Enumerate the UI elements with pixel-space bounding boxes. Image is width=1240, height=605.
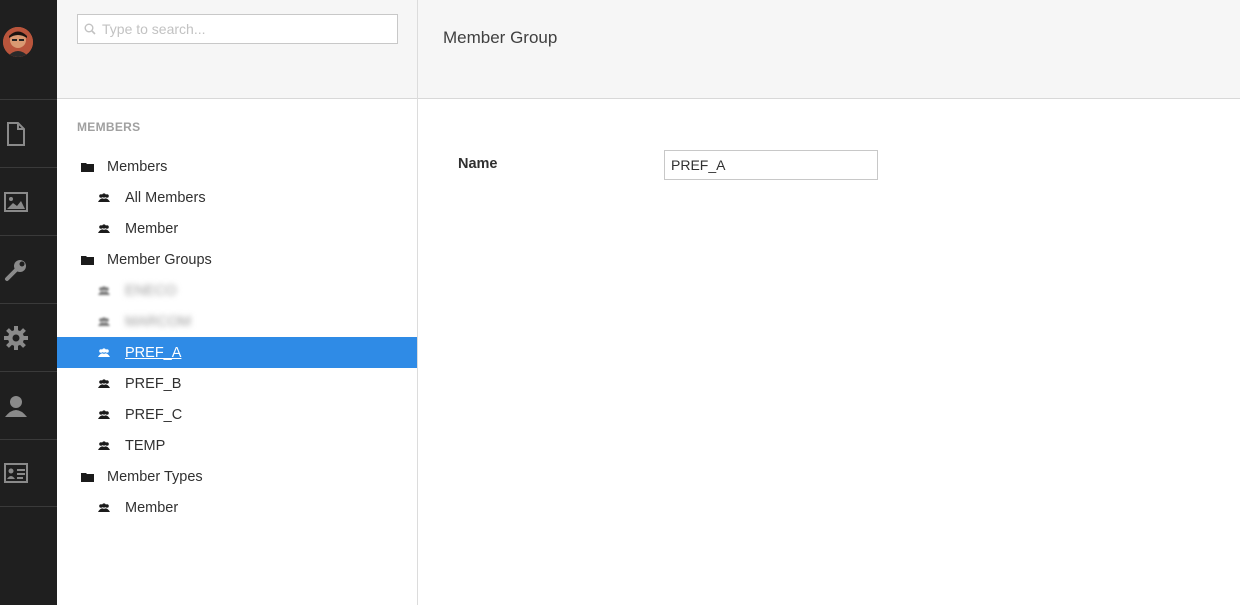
tree-header <box>57 0 417 99</box>
tree-node-group-marcom[interactable]: MARCOM <box>57 306 417 337</box>
section-developer[interactable] <box>0 303 57 371</box>
gear-icon <box>4 325 28 350</box>
tree-node-group-eneco[interactable]: ENECO <box>57 275 417 306</box>
members-icon <box>98 409 110 421</box>
tree-node-member-types[interactable]: Member Types <box>57 461 417 492</box>
section-members[interactable] <box>0 439 57 507</box>
sections-rail <box>0 0 57 605</box>
section-content[interactable] <box>0 99 57 167</box>
tree-node-label: ENECO <box>125 282 177 299</box>
image-icon <box>4 191 28 212</box>
members-icon <box>98 316 110 328</box>
page-title: Member Group <box>443 28 558 47</box>
search-input[interactable] <box>102 21 382 37</box>
tree-node-label: Member <box>125 499 179 516</box>
wrench-icon <box>5 259 26 281</box>
folder-icon <box>80 254 94 266</box>
members-icon <box>98 378 110 390</box>
tree-node-label: PREF_A <box>125 344 182 361</box>
tree-panel: MEMBERS Members All Members Member Membe… <box>57 0 418 605</box>
section-users[interactable] <box>0 371 57 439</box>
tree-node-label: All Members <box>125 189 206 206</box>
search-box[interactable] <box>77 14 398 44</box>
members-tree: Members All Members Member Member Groups… <box>57 151 417 523</box>
editor-header: Member Group <box>418 0 1240 99</box>
tree-node-group-pref-a[interactable]: PREF_A <box>57 337 417 368</box>
tree-node-label: PREF_B <box>125 375 182 392</box>
tree-node-group-pref-c[interactable]: PREF_C <box>57 399 417 430</box>
user-avatar[interactable] <box>3 27 33 57</box>
members-icon <box>98 192 110 204</box>
editor-panel: Member Group Name <box>418 0 1240 605</box>
members-icon <box>98 440 110 452</box>
search-icon <box>84 23 96 35</box>
tree-node-member[interactable]: Member <box>57 213 417 244</box>
tree-node-label: TEMP <box>125 437 166 454</box>
tree-node-member-groups[interactable]: Member Groups <box>57 244 417 275</box>
folder-icon <box>80 471 94 483</box>
section-media[interactable] <box>0 167 57 235</box>
members-icon <box>98 347 110 359</box>
id-card-icon <box>4 463 28 483</box>
tree-node-group-temp[interactable]: TEMP <box>57 430 417 461</box>
folder-icon <box>80 161 94 173</box>
document-icon <box>7 121 25 146</box>
tree-node-label: Member <box>125 220 179 237</box>
tree-node-group-pref-b[interactable]: PREF_B <box>57 368 417 399</box>
user-icon <box>5 395 27 417</box>
tree-node-members[interactable]: Members <box>57 151 417 182</box>
tree-node-label: MARCOM <box>125 313 192 330</box>
tree-node-label: Members <box>107 158 168 175</box>
members-icon <box>98 285 110 297</box>
tree-node-label: Member Groups <box>107 251 212 268</box>
tree-node-all-members[interactable]: All Members <box>57 182 417 213</box>
members-icon <box>98 502 110 514</box>
tree-node-label: Member Types <box>107 468 203 485</box>
section-settings[interactable] <box>0 235 57 303</box>
tree-node-label: PREF_C <box>125 406 183 423</box>
members-icon <box>98 223 110 235</box>
name-label: Name <box>458 156 498 172</box>
avatar-image <box>3 27 33 57</box>
name-field[interactable] <box>664 150 878 180</box>
tree-node-member-type-member[interactable]: Member <box>57 492 417 523</box>
section-title: MEMBERS <box>77 120 141 134</box>
